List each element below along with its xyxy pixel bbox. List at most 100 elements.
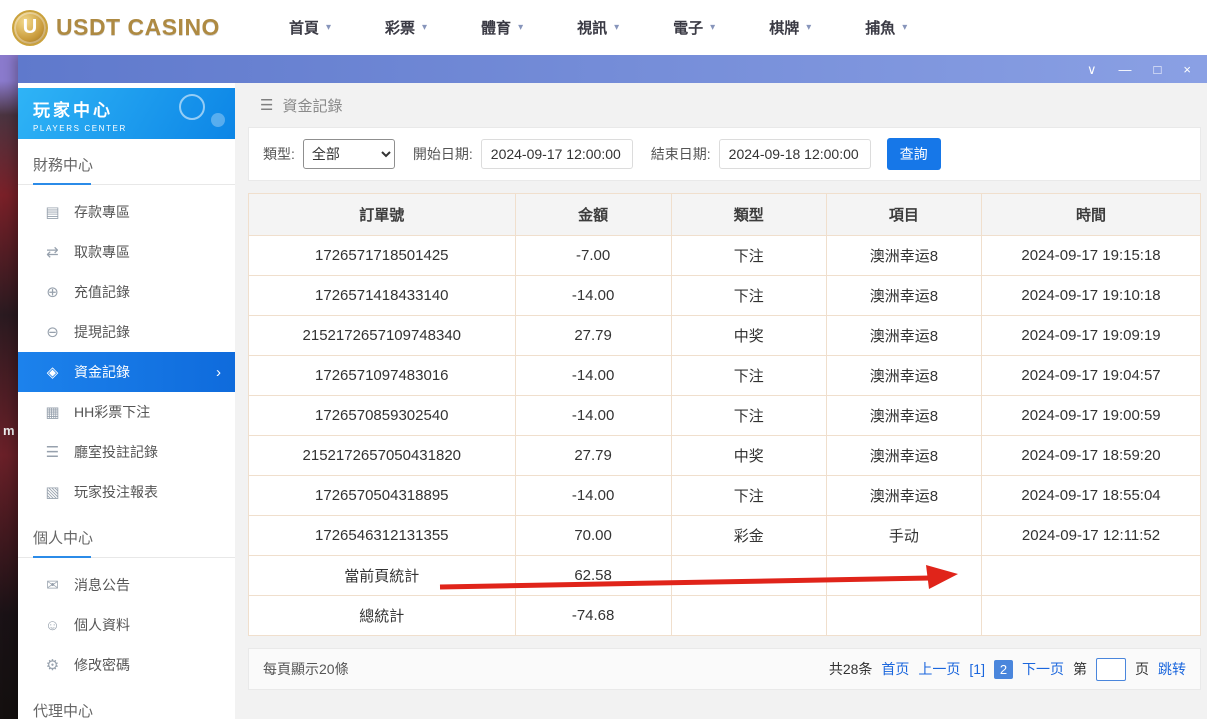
current-page: 2	[994, 660, 1013, 679]
player-center-window: ∨ — □ × 玩家中心 PLAYERS CENTER 財務中心 ▤ 存款專區 …	[18, 55, 1207, 719]
end-date-label: 結束日期:	[651, 144, 711, 164]
table-header-row: 訂單號 金額 類型 項目 時間	[249, 194, 1201, 236]
first-page-link[interactable]: 首页	[881, 659, 909, 679]
cell-project: 澳洲幸运8	[826, 276, 981, 316]
cell-time: 2024-09-17 18:55:04	[982, 476, 1201, 516]
nav-item[interactable]: 視訊 ▾	[550, 0, 646, 55]
cell-amount: -14.00	[515, 356, 671, 396]
search-button[interactable]: 查詢	[887, 138, 941, 170]
sidebar-item-label: 資金記錄	[74, 362, 130, 382]
chevron-down-icon: ▾	[326, 22, 331, 33]
summary-amount: -74.68	[515, 596, 671, 636]
withdraw-icon: ⇄	[44, 243, 61, 261]
cell-time: 2024-09-17 19:09:19	[982, 316, 1201, 356]
section-header-agent: 代理中心	[18, 700, 235, 719]
start-date-label: 開始日期:	[413, 144, 473, 164]
sidebar-item-label: 廳室投註記錄	[74, 442, 158, 462]
cell-order-no: 1726571718501425	[249, 236, 516, 276]
chevron-right-icon: ›	[216, 364, 221, 381]
cell-amount: -14.00	[515, 396, 671, 436]
type-select[interactable]: 全部	[303, 139, 395, 169]
column-header-order: 訂單號	[249, 194, 516, 236]
chevron-down-icon: ▾	[710, 22, 715, 33]
cell-type: 下注	[671, 276, 826, 316]
nav-item[interactable]: 捕魚 ▾	[838, 0, 934, 55]
sidebar-item-label: 存款專區	[74, 202, 130, 222]
cell-order-no: 2152172657050431820	[249, 436, 516, 476]
nav-item[interactable]: 棋牌 ▾	[742, 0, 838, 55]
sidebar-item-profile[interactable]: ☺ 個人資料	[18, 605, 235, 645]
sidebar-item-label: 取款專區	[74, 242, 130, 262]
window-close-icon[interactable]: ×	[1183, 63, 1191, 76]
players-center-header: 玩家中心 PLAYERS CENTER	[18, 88, 235, 139]
recharge-record-icon: ⊕	[44, 283, 61, 301]
page-1-link[interactable]: [1]	[969, 661, 985, 677]
table-row: 1726571418433140 -14.00 下注 澳洲幸运8 2024-09…	[249, 276, 1201, 316]
sidebar-item-label: 修改密碼	[74, 655, 130, 675]
nav-item[interactable]: 體育 ▾	[454, 0, 550, 55]
summary-row-current-page: 當前頁統計 62.58	[249, 556, 1201, 596]
cell-type: 下注	[671, 396, 826, 436]
table-row: 1726546312131355 70.00 彩金 手动 2024-09-17 …	[249, 516, 1201, 556]
empty-cell	[671, 596, 826, 636]
prev-page-link[interactable]: 上一页	[918, 659, 960, 679]
sidebar-item-deposit[interactable]: ▤ 存款專區	[18, 192, 235, 232]
funds-table: 訂單號 金額 類型 項目 時間 1726571718501425 -7.00 下…	[248, 193, 1201, 636]
sidebar-item-withdraw[interactable]: ⇄ 取款專區	[18, 232, 235, 272]
window-minimize-icon[interactable]: —	[1119, 63, 1132, 76]
announcement-icon: ✉	[44, 576, 61, 594]
end-date-input[interactable]	[719, 139, 871, 169]
sidebar-item-change-password[interactable]: ⚙ 修改密碼	[18, 645, 235, 685]
sidebar: 玩家中心 PLAYERS CENTER 財務中心 ▤ 存款專區 ⇄ 取款專區 ⊕…	[18, 83, 235, 719]
cell-amount: 27.79	[515, 436, 671, 476]
cell-project: 手动	[826, 516, 981, 556]
chevron-down-icon: ▾	[422, 22, 427, 33]
window-maximize-icon[interactable]: □	[1154, 63, 1162, 76]
background-photo: m	[0, 55, 18, 719]
jump-button[interactable]: 跳转	[1158, 659, 1186, 679]
sidebar-item-cashout-record[interactable]: ⊖ 提現記錄	[18, 312, 235, 352]
sidebar-item-announcement[interactable]: ✉ 消息公告	[18, 565, 235, 605]
cell-order-no: 1726571418433140	[249, 276, 516, 316]
chevron-down-icon: ▾	[518, 22, 523, 33]
next-page-link[interactable]: 下一页	[1022, 659, 1064, 679]
summary-label: 當前頁統計	[249, 556, 516, 596]
cell-time: 2024-09-17 12:11:52	[982, 516, 1201, 556]
cell-order-no: 1726571097483016	[249, 356, 516, 396]
funds-record-icon: ◈	[44, 363, 61, 381]
jump-suffix: 页	[1135, 659, 1149, 679]
table-row: 2152172657050431820 27.79 中奖 澳洲幸运8 2024-…	[249, 436, 1201, 476]
decor-ball-icon	[179, 94, 205, 120]
jump-page-input[interactable]	[1096, 658, 1126, 681]
window-collapse-icon[interactable]: ∨	[1087, 63, 1097, 76]
cell-order-no: 2152172657109748340	[249, 316, 516, 356]
player-report-icon: ▧	[44, 483, 61, 501]
cell-time: 2024-09-17 18:59:20	[982, 436, 1201, 476]
cell-time: 2024-09-17 19:00:59	[982, 396, 1201, 436]
main-content: ☰ 資金記錄 類型: 全部 開始日期: 結束日期: 查詢	[235, 83, 1207, 719]
cell-amount: -7.00	[515, 236, 671, 276]
summary-row-total: 總統計 -74.68	[249, 596, 1201, 636]
empty-cell	[826, 556, 981, 596]
logo[interactable]: U USDT CASINO	[12, 10, 220, 46]
sidebar-item-recharge-record[interactable]: ⊕ 充值記錄	[18, 272, 235, 312]
cell-project: 澳洲幸运8	[826, 356, 981, 396]
deposit-icon: ▤	[44, 203, 61, 221]
cell-project: 澳洲幸运8	[826, 436, 981, 476]
hamburger-icon[interactable]: ☰	[260, 96, 273, 114]
sidebar-item-lottery-bet[interactable]: ▦ HH彩票下注	[18, 392, 235, 432]
main-menu: 首頁 ▾ 彩票 ▾ 體育 ▾ 視訊 ▾ 電子 ▾ 棋牌 ▾ 捕魚 ▾	[262, 0, 934, 55]
chevron-down-icon: ▾	[902, 22, 907, 33]
cell-amount: 27.79	[515, 316, 671, 356]
sidebar-item-hall-bet-record[interactable]: ☰ 廳室投註記錄	[18, 432, 235, 472]
sidebar-item-funds-record[interactable]: ◈ 資金記錄 ›	[18, 352, 235, 392]
sidebar-item-label: 玩家投注報表	[74, 482, 158, 502]
start-date-input[interactable]	[481, 139, 633, 169]
sidebar-item-player-report[interactable]: ▧ 玩家投注報表	[18, 472, 235, 512]
nav-item[interactable]: 彩票 ▾	[358, 0, 454, 55]
column-header-time: 時間	[982, 194, 1201, 236]
section-header-finance: 財務中心	[18, 154, 235, 185]
nav-item[interactable]: 首頁 ▾	[262, 0, 358, 55]
nav-item[interactable]: 電子 ▾	[646, 0, 742, 55]
cell-amount: -14.00	[515, 476, 671, 516]
